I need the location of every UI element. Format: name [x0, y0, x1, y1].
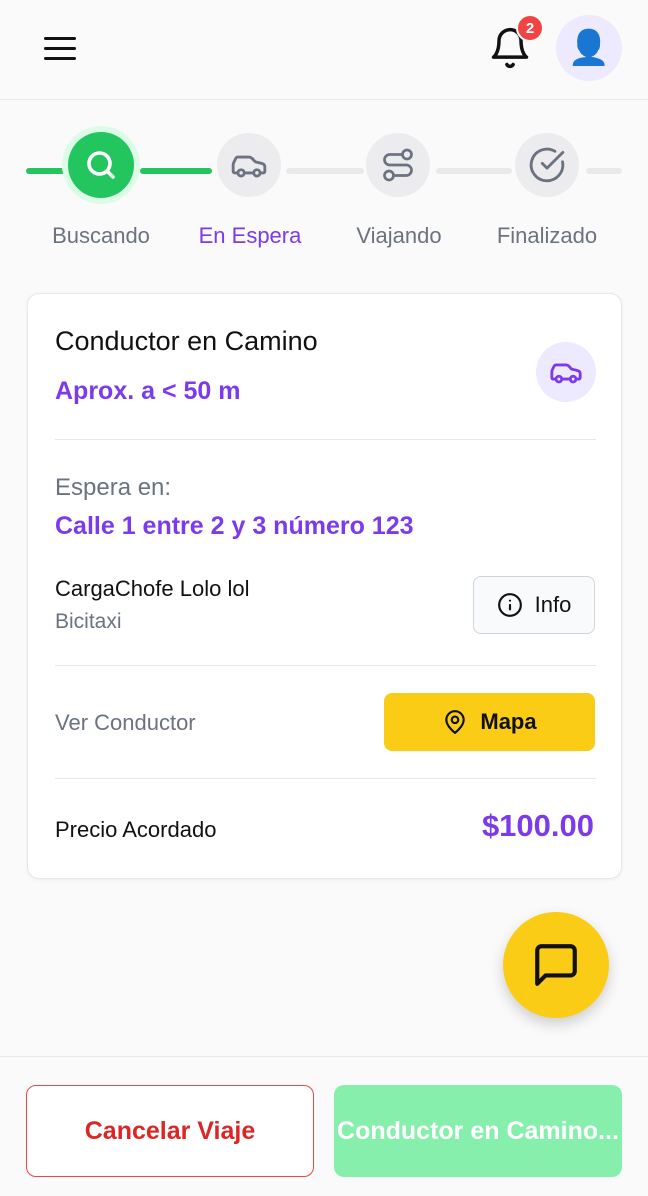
wait-address: Calle 1 entre 2 y 3 número 123	[55, 512, 414, 540]
cancel-trip-button[interactable]: Cancelar Viaje	[26, 1085, 314, 1177]
avatar[interactable]: 👤	[556, 15, 622, 81]
step-en-espera	[217, 133, 281, 197]
menu-line	[44, 36, 76, 40]
car-icon	[536, 342, 596, 402]
chat-button[interactable]	[503, 912, 609, 1018]
info-button[interactable]: Info	[473, 576, 595, 634]
step-finalizado	[515, 133, 579, 197]
progress-track-pending	[586, 168, 622, 174]
notification-badge: 2	[516, 14, 544, 42]
menu-line	[44, 56, 76, 60]
driver-distance: Aprox. a < 50 m	[55, 377, 241, 405]
info-button-label: Info	[534, 592, 572, 617]
map-pin-icon	[445, 710, 466, 734]
step-label-buscando: Buscando	[52, 223, 150, 248]
hamburger-menu-icon[interactable]	[38, 30, 82, 66]
wait-label: Espera en:	[55, 474, 172, 501]
top-bar: 2 👤	[0, 0, 648, 100]
progress-track-pending	[436, 168, 512, 174]
step-label-en-espera: En Espera	[198, 223, 302, 248]
trip-progress-stepper: Buscando En Espera Viajando Finalizado	[0, 120, 648, 260]
chat-bubble-icon	[535, 944, 577, 986]
divider	[55, 665, 596, 666]
progress-track-done	[140, 168, 212, 174]
car-icon	[231, 155, 267, 178]
divider	[55, 778, 596, 779]
map-button-label: Mapa	[480, 709, 537, 734]
route-icon	[383, 148, 413, 182]
step-label-viajando: Viajando	[356, 223, 442, 248]
driver-name: CargaChofe Lolo lol	[55, 576, 250, 601]
step-buscando	[68, 132, 134, 198]
trip-status-card: Conductor en Camino Aprox. a < 50 m Espe…	[27, 293, 622, 879]
step-label-finalizado: Finalizado	[496, 223, 598, 248]
vehicle-type: Bicitaxi	[55, 610, 122, 633]
search-icon	[87, 151, 115, 179]
price-value: $100.00	[481, 808, 594, 843]
card-title: Conductor en Camino	[55, 326, 318, 356]
info-icon	[497, 593, 522, 617]
progress-track-done	[26, 168, 66, 174]
progress-track-pending	[286, 168, 364, 174]
view-driver-label: Ver Conductor	[55, 710, 196, 735]
check-circle-icon	[529, 147, 565, 183]
divider	[55, 439, 596, 440]
price-label: Precio Acordado	[55, 817, 217, 842]
menu-line	[44, 46, 76, 50]
map-button[interactable]: Mapa	[384, 693, 595, 751]
trip-status-button[interactable]: Conductor en Camino...	[334, 1085, 622, 1177]
bottom-action-bar: Cancelar Viaje Conductor en Camino...	[0, 1056, 648, 1196]
step-viajando	[366, 133, 430, 197]
